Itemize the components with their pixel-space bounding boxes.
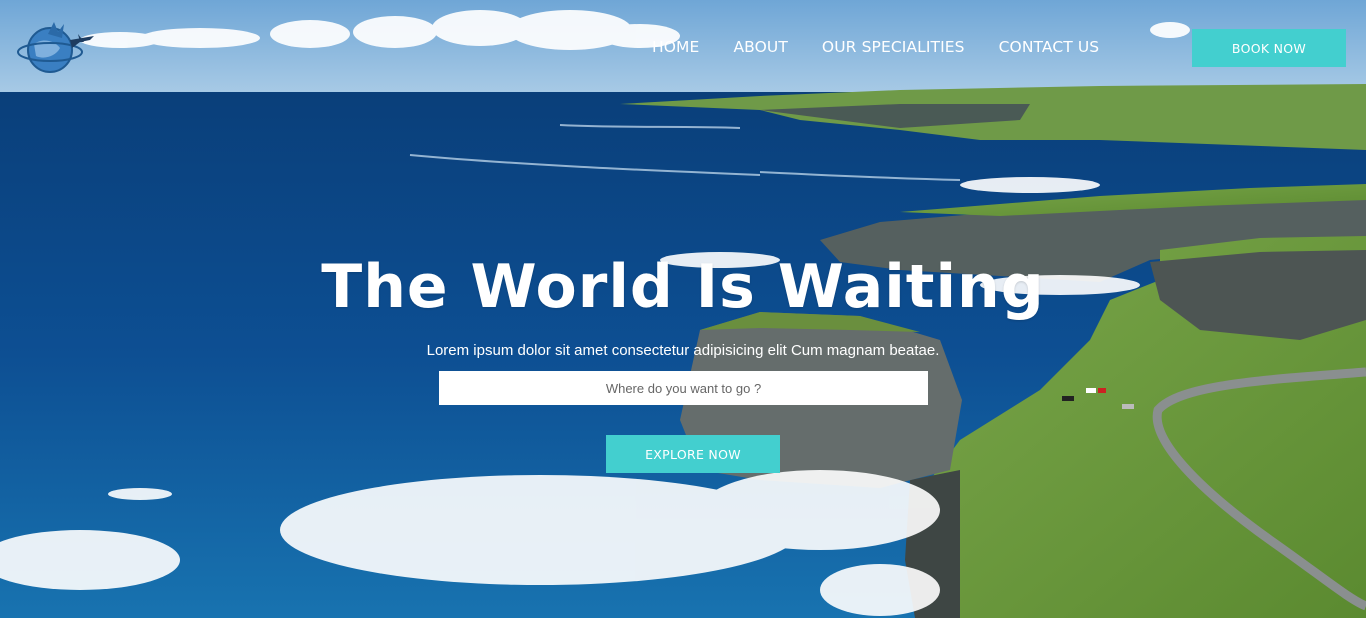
- nav-home-link[interactable]: HOME: [652, 38, 699, 56]
- nav-specialities-link[interactable]: OUR SPECIALITIES: [822, 38, 965, 56]
- nav-about-link[interactable]: ABOUT: [733, 38, 787, 56]
- nav-contact-link[interactable]: CONTACT US: [999, 38, 1100, 56]
- book-now-button[interactable]: BOOK NOW: [1192, 29, 1346, 67]
- main-menu: HOME ABOUT OUR SPECIALITIES CONTACT US: [652, 38, 1099, 56]
- explore-now-button[interactable]: EXPLORE NOW: [606, 435, 780, 473]
- hero-subtitle: Lorem ipsum dolor sit amet consectetur a…: [426, 342, 940, 359]
- hero-title: The World Is Waiting: [321, 252, 1045, 322]
- top-navigation: HOME ABOUT OUR SPECIALITIES CONTACT US B…: [0, 0, 1366, 96]
- destination-search-input[interactable]: [439, 371, 928, 405]
- globe-airplane-logo-icon[interactable]: [14, 12, 96, 80]
